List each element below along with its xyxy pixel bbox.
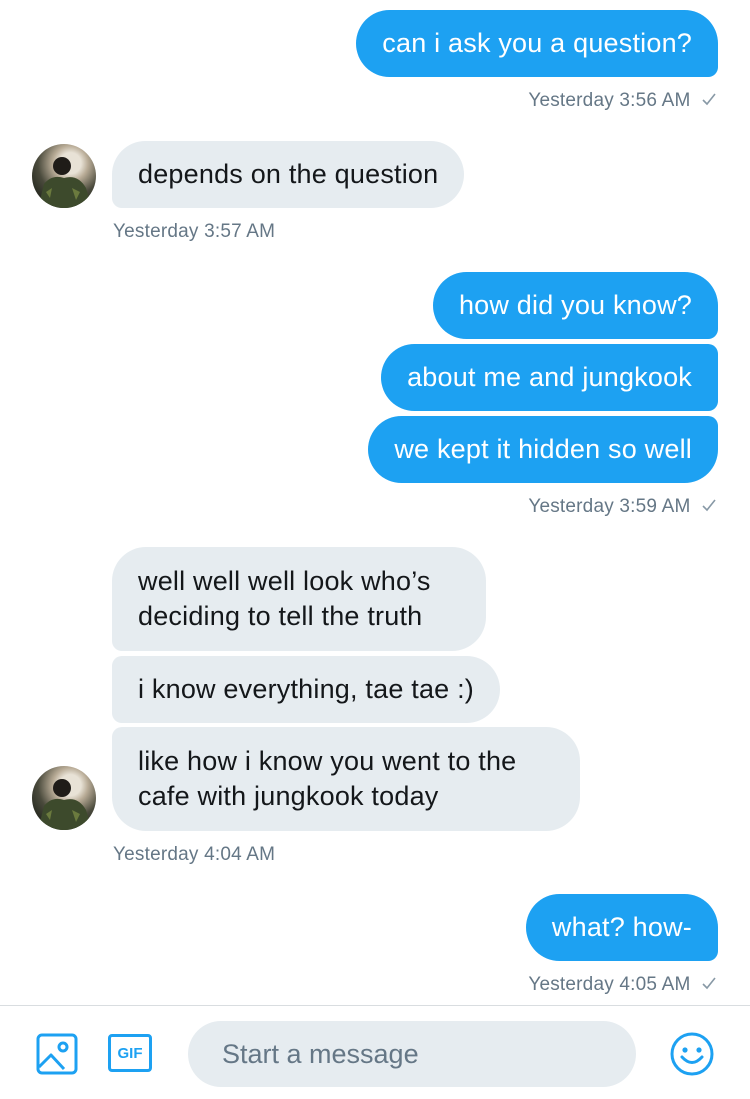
message-text: like how i know you went to the cafe wit… [138,746,517,811]
message-text: what? how- [551,912,692,942]
message-text: about me and jungkook [407,362,692,392]
message-text: depends on the question [138,159,439,189]
message-timestamp: Yesterday 4:05 AM [528,974,716,996]
message-timestamp: Yesterday 4:04 AM [113,844,276,865]
sent-message[interactable]: how did you know? [432,272,718,339]
received-message[interactable]: i know everything, tae tae :) [112,656,500,723]
message-text: i know everything, tae tae :) [138,674,474,704]
message-timestamp: Yesterday 3:57 AM [113,221,276,242]
received-message[interactable]: depends on the question [112,141,465,208]
message-text: can i ask you a question? [382,28,692,58]
sent-message[interactable]: we kept it hidden so well [368,416,718,483]
gif-label: GIF [117,1044,143,1062]
checkmark-icon [702,974,716,996]
emoji-icon[interactable] [669,1031,715,1082]
sent-message[interactable]: can i ask you a question? [356,10,718,77]
received-message[interactable]: like how i know you went to the cafe wit… [112,727,580,831]
message-text: well well well look who’s deciding to te… [138,566,431,631]
message-timestamp: Yesterday 3:59 AM [528,496,716,518]
image-icon[interactable] [36,1033,78,1080]
message-input-placeholder: Start a message [222,1038,419,1069]
message-text: how did you know? [458,290,692,320]
received-message[interactable]: well well well look who’s deciding to te… [112,547,486,651]
avatar[interactable] [32,766,96,830]
checkmark-icon [702,496,716,518]
sent-message[interactable]: what? how- [525,894,718,961]
message-timestamp: Yesterday 3:56 AM [528,90,716,112]
sent-message[interactable]: about me and jungkook [381,344,718,411]
checkmark-icon [702,90,716,112]
message-text: we kept it hidden so well [394,434,692,464]
message-input[interactable]: Start a message [188,1021,636,1087]
gif-icon[interactable]: GIF [108,1034,152,1072]
avatar[interactable] [32,144,96,208]
